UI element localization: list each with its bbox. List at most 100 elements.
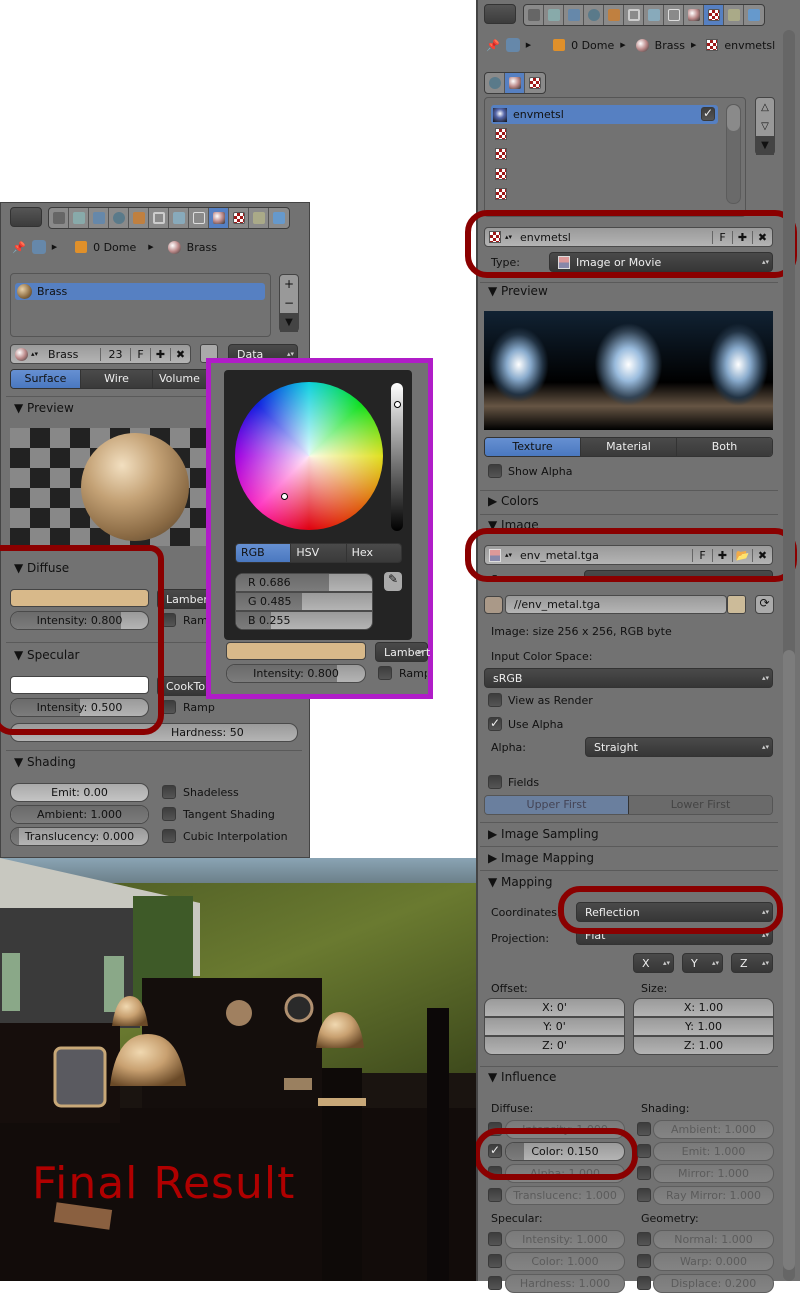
shading-section-header[interactable]: ▼ Shading — [14, 755, 76, 769]
ray-mirror-checkbox[interactable] — [637, 1188, 651, 1202]
tab-modifiers[interactable] — [644, 5, 664, 25]
hardness-checkbox[interactable] — [488, 1276, 502, 1290]
diffuse-intensity-field[interactable]: Intensity: 0.800 — [226, 664, 366, 683]
diffuse-color-swatch[interactable] — [10, 589, 149, 607]
fields-checkbox[interactable] — [488, 775, 502, 789]
diffuse-color-checkbox[interactable] — [488, 1143, 502, 1158]
image-pack-button[interactable] — [484, 596, 503, 614]
tab-data[interactable] — [664, 5, 684, 25]
reload-button[interactable]: ⟳ — [755, 595, 774, 614]
mapping-x-dropdown[interactable]: X — [633, 953, 674, 973]
specular-color-checkbox[interactable] — [488, 1254, 502, 1268]
diffuse-ramp-checkbox[interactable] — [162, 613, 176, 627]
ramp-checkbox[interactable] — [378, 666, 392, 680]
tab-particles[interactable] — [724, 5, 744, 25]
specular-ramp-checkbox[interactable] — [162, 700, 176, 714]
displace-checkbox[interactable] — [637, 1276, 651, 1290]
specular-intensity-checkbox[interactable] — [488, 1232, 502, 1246]
translucency-field[interactable]: Translucency: 0.000 — [10, 827, 149, 846]
tab-material[interactable] — [684, 5, 704, 25]
tab-rgb[interactable]: RGB — [236, 544, 292, 562]
eyedropper-icon[interactable]: ✎ — [384, 572, 402, 591]
texture-slot-empty[interactable] — [495, 148, 507, 160]
tab-preview-both[interactable]: Both — [677, 438, 772, 456]
tab-particles[interactable] — [249, 208, 269, 228]
ambient-checkbox[interactable] — [637, 1122, 651, 1136]
unlink-texture-button[interactable]: ✖ — [752, 230, 772, 244]
image-section-header[interactable]: ▼ Image — [488, 518, 539, 532]
texture-slot-empty[interactable] — [495, 188, 507, 200]
ambient-field[interactable]: Ambient: 1.000 — [653, 1120, 774, 1139]
diffuse-intensity-field[interactable]: Intensity: 1.000 — [505, 1120, 625, 1139]
displace-field[interactable]: Displace: 0.200 — [653, 1274, 774, 1293]
diffuse-alpha-checkbox[interactable] — [488, 1166, 502, 1180]
tab-material-textures[interactable] — [505, 73, 525, 93]
tab-world-textures[interactable] — [485, 73, 505, 93]
tab-texture[interactable] — [229, 208, 249, 228]
offset-z-field[interactable]: Z: 0' — [484, 1036, 625, 1055]
hardness-field[interactable]: Hardness: 1.000 — [505, 1274, 625, 1293]
emit-field[interactable]: Emit: 0.00 — [10, 783, 149, 802]
size-x-field[interactable]: X: 1.00 — [633, 998, 774, 1017]
alpha-mode-dropdown[interactable]: Straight — [585, 737, 773, 757]
blue-channel-field[interactable]: B 0.255 — [235, 611, 373, 630]
colors-section-header[interactable]: ▶ Colors — [488, 494, 539, 508]
diffuse-alpha-field[interactable]: Alpha: 1.000 — [505, 1164, 625, 1183]
tab-scene[interactable] — [89, 208, 109, 228]
tab-wire[interactable]: Wire — [81, 370, 153, 388]
mirror-field[interactable]: Mirror: 1.000 — [653, 1164, 774, 1183]
preview-section-header[interactable]: ▼ Preview — [488, 284, 548, 298]
tab-object[interactable] — [129, 208, 149, 228]
move-up-button[interactable]: △ — [756, 98, 774, 117]
tab-data[interactable] — [189, 208, 209, 228]
input-color-space-dropdown[interactable]: sRGB — [484, 668, 773, 688]
tab-render-layers[interactable] — [69, 208, 89, 228]
image-sampling-header[interactable]: ▶ Image Sampling — [488, 827, 599, 841]
cubic-interpolation-checkbox[interactable] — [162, 829, 176, 843]
diffuse-translucency-checkbox[interactable] — [488, 1188, 502, 1202]
influence-header[interactable]: ▼ Influence — [488, 1070, 556, 1084]
tab-render-layers[interactable] — [544, 5, 564, 25]
diffuse-translucency-field[interactable]: Translucenc: 1.000 — [505, 1186, 625, 1205]
normal-checkbox[interactable] — [637, 1232, 651, 1246]
value-slider-handle[interactable] — [394, 401, 401, 408]
color-wheel[interactable] — [235, 382, 383, 530]
offset-x-field[interactable]: X: 0' — [484, 998, 625, 1017]
diffuse-intensity-field[interactable]: Intensity: 0.800 — [10, 611, 149, 630]
tab-other-textures[interactable] — [525, 73, 545, 93]
texture-datablock-field[interactable]: ▴▾ envmetsl F ✚ ✖ — [484, 227, 773, 247]
view-as-render-checkbox[interactable] — [488, 693, 502, 707]
size-z-field[interactable]: Z: 1.00 — [633, 1036, 774, 1055]
shadeless-checkbox[interactable] — [162, 785, 176, 799]
color-wheel-cursor[interactable] — [281, 493, 288, 500]
tab-physics[interactable] — [744, 5, 764, 25]
size-y-field[interactable]: Y: 1.00 — [633, 1017, 774, 1036]
remove-slot-button[interactable]: − — [280, 294, 298, 313]
show-alpha-checkbox[interactable] — [488, 464, 502, 478]
texture-type-dropdown[interactable]: Image or Movie — [549, 252, 773, 272]
tab-scene[interactable] — [564, 5, 584, 25]
warp-checkbox[interactable] — [637, 1254, 651, 1268]
tab-hex[interactable]: Hex — [346, 544, 401, 562]
offset-y-field[interactable]: Y: 0' — [484, 1017, 625, 1036]
tab-preview-texture[interactable]: Texture — [485, 438, 581, 456]
fake-user-button[interactable]: F — [692, 548, 712, 562]
source-dropdown[interactable]: Single Image — [584, 570, 773, 582]
texture-slot-empty[interactable] — [495, 168, 507, 180]
tab-preview-material[interactable]: Material — [581, 438, 677, 456]
preview-section-header[interactable]: ▼ Preview — [14, 401, 74, 415]
coordinates-dropdown[interactable]: Reflection — [576, 902, 773, 922]
browse-folder-icon[interactable] — [727, 595, 746, 614]
tab-object[interactable] — [604, 5, 624, 25]
green-channel-field[interactable]: G 0.485 — [235, 592, 373, 611]
ray-mirror-field[interactable]: Ray Mirror: 1.000 — [653, 1186, 774, 1205]
lower-first-button[interactable]: Lower First — [629, 796, 772, 814]
add-slot-button[interactable]: + — [280, 275, 298, 294]
diffuse-color-field[interactable]: Color: 0.150 — [505, 1142, 625, 1161]
fake-user-button[interactable]: F — [712, 230, 732, 244]
red-channel-field[interactable]: R 0.686 — [235, 573, 373, 592]
image-datablock-field[interactable]: ▴▾ env_metal.tga F ✚ 📂 ✖ — [484, 545, 773, 565]
specular-color-swatch[interactable] — [10, 676, 149, 694]
editor-type-button[interactable] — [10, 207, 42, 227]
mapping-z-dropdown[interactable]: Z — [731, 953, 773, 973]
